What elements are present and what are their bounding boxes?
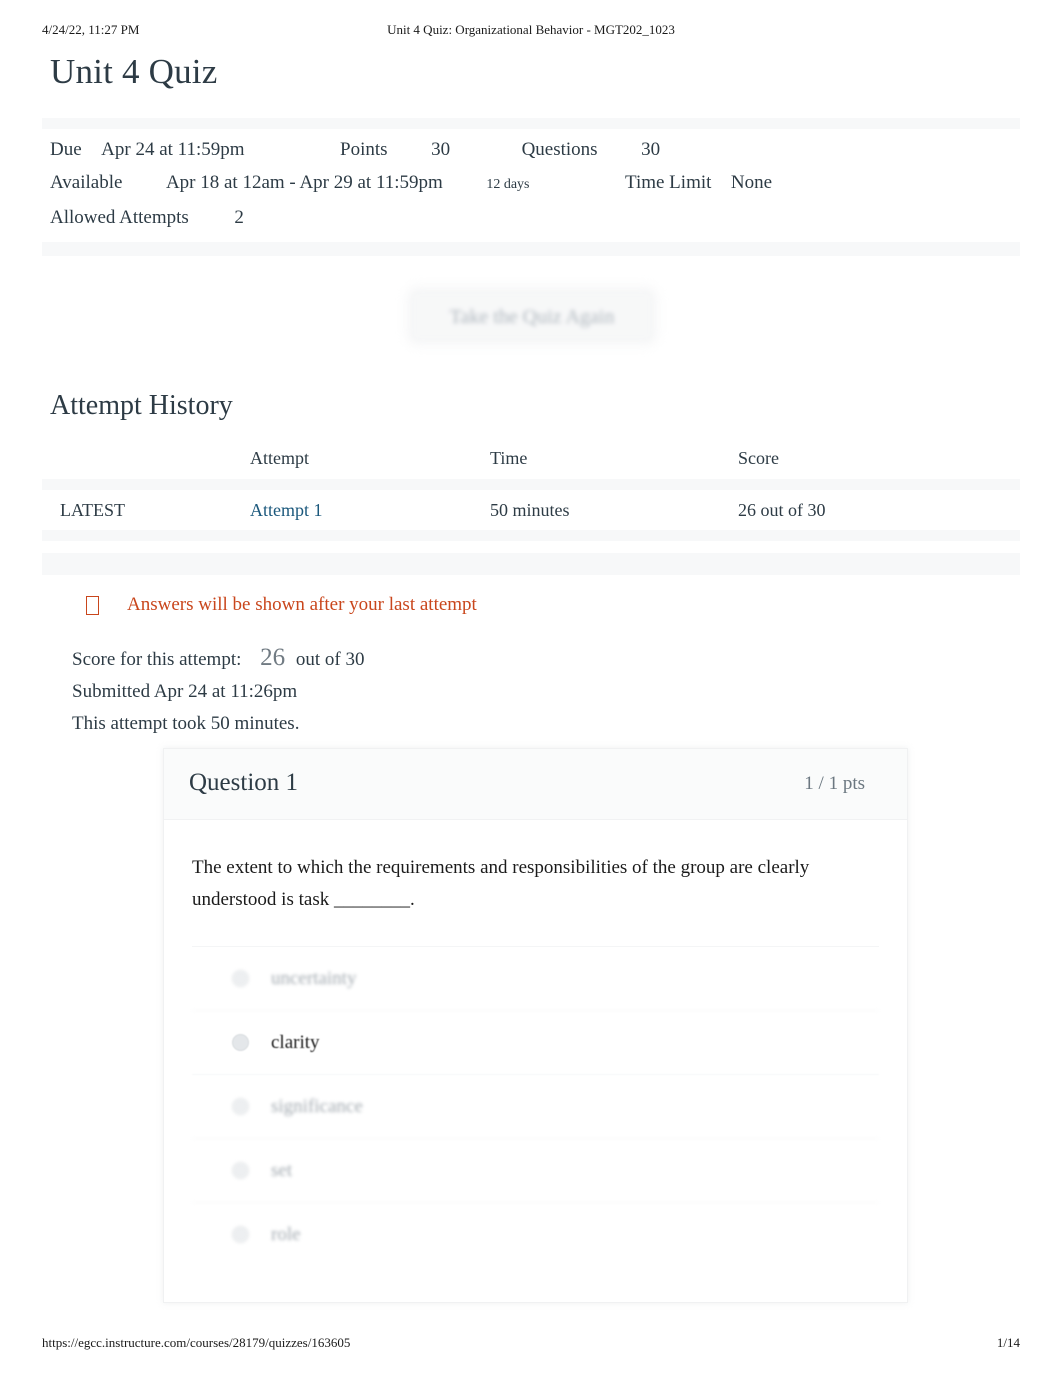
available-label: Available [50, 172, 123, 193]
radio-icon[interactable] [232, 970, 249, 987]
answer-option-clarity[interactable]: clarity [192, 1011, 879, 1075]
retake-quiz-container: Take the Quiz Again [404, 282, 662, 350]
answer-option-set[interactable]: set [192, 1139, 879, 1203]
radio-icon[interactable] [232, 1162, 249, 1179]
points-value: 30 [431, 139, 451, 160]
print-header: 4/24/22, 11:27 PM Unit 4 Quiz: Organizat… [0, 22, 1062, 42]
time-limit-label: Time Limit [625, 172, 712, 193]
table-header-row: Attempt Time Score [42, 448, 1020, 479]
detail-bottom-divider [42, 242, 1020, 256]
question-points: 1 / 1 pts [804, 773, 865, 794]
duration-line: This attempt took 50 minutes. [72, 713, 300, 734]
print-document-title: Unit 4 Quiz: Organizational Behavior - M… [387, 22, 675, 37]
attempt-summary: Score for this attempt: 26 out of 30 Sub… [72, 642, 365, 740]
column-header-blank [42, 448, 250, 469]
allowed-attempts-value: 2 [234, 207, 244, 228]
question-title: Question 1 [189, 769, 299, 796]
answer-label: set [271, 1159, 293, 1181]
radio-icon[interactable] [232, 1098, 249, 1115]
table-bottom-divider [42, 530, 1020, 541]
answer-label: clarity [271, 1031, 320, 1053]
answer-list: uncertainty clarity significance set rol… [192, 946, 879, 1266]
column-header-time: Time [490, 448, 528, 468]
warning-icon [86, 595, 99, 615]
column-header-attempt: Attempt [250, 448, 309, 468]
allowed-attempts-label: Allowed Attempts [50, 207, 189, 228]
radio-icon[interactable] [232, 1034, 249, 1051]
detail-top-divider [42, 118, 1020, 129]
question-bottom-spacer [192, 1266, 879, 1302]
table-footer-band [42, 553, 1020, 575]
time-limit-value: None [730, 172, 773, 193]
detail-row-attempts: Allowed Attempts 2 [50, 201, 1020, 234]
answer-option-role[interactable]: role [192, 1203, 879, 1266]
summary-score-line: Score for this attempt: 26 out of 30 [72, 642, 365, 676]
column-header-score: Score [738, 448, 779, 468]
question-text: The extent to which the requirements and… [192, 857, 810, 910]
due-value: Apr 24 at 11:59pm [101, 139, 245, 160]
attempt-history-heading: Attempt History [50, 390, 233, 421]
print-page-number: 1/14 [996, 1335, 1020, 1350]
question-body: The extent to which the requirements and… [164, 820, 907, 1302]
detail-row-due: Due Apr 24 at 11:59pm Points 30 Question… [50, 133, 1020, 166]
answer-option-uncertainty[interactable]: uncertainty [192, 947, 879, 1011]
print-footer: https://egcc.instructure.com/courses/281… [0, 1335, 1062, 1353]
score-value: 26 [260, 644, 286, 671]
questions-label: Questions [521, 139, 598, 160]
attempt-time: 50 minutes [490, 499, 570, 520]
attempt-1-link[interactable]: Attempt 1 [250, 500, 323, 520]
due-label: Due [50, 139, 82, 160]
submitted-line: Submitted Apr 24 at 11:26pm [72, 681, 298, 702]
table-row: LATEST Attempt 1 50 minutes 26 out of 30 [42, 490, 1020, 530]
answer-option-significance[interactable]: significance [192, 1075, 879, 1139]
attempt-score: 26 out of 30 [738, 499, 826, 520]
questions-value: 30 [641, 139, 661, 160]
quiz-details: Due Apr 24 at 11:59pm Points 30 Question… [42, 118, 1020, 256]
take-the-quiz-again-button[interactable]: Take the Quiz Again [412, 292, 652, 340]
available-duration: 12 days [486, 177, 530, 192]
print-url: https://egcc.instructure.com/courses/281… [42, 1335, 351, 1350]
question-header: Question 1 1 / 1 pts [164, 749, 907, 820]
attempt-latest-tag: LATEST [60, 499, 125, 520]
available-value: Apr 18 at 12am - Apr 29 at 11:59pm [165, 172, 443, 193]
table-row-divider [42, 479, 1020, 490]
answer-label: uncertainty [271, 967, 357, 989]
answer-label: role [271, 1223, 301, 1245]
detail-rows: Due Apr 24 at 11:59pm Points 30 Question… [42, 129, 1020, 234]
score-for-attempt-label: Score for this attempt: [72, 649, 242, 670]
score-out-of: out of 30 [295, 649, 365, 670]
attempt-history-table: Attempt Time Score LATEST Attempt 1 50 m… [42, 448, 1020, 575]
radio-icon[interactable] [232, 1226, 249, 1243]
detail-row-available: Available Apr 18 at 12am - Apr 29 at 11:… [50, 166, 1020, 201]
answer-label: significance [271, 1095, 363, 1117]
page-title: Unit 4 Quiz [50, 52, 218, 91]
answers-hidden-warning-text: Answers will be shown after your last at… [127, 594, 477, 615]
points-label: Points [340, 139, 388, 160]
answers-hidden-warning: Answers will be shown after your last at… [86, 594, 477, 616]
question-card: Question 1 1 / 1 pts The extent to which… [163, 748, 908, 1303]
